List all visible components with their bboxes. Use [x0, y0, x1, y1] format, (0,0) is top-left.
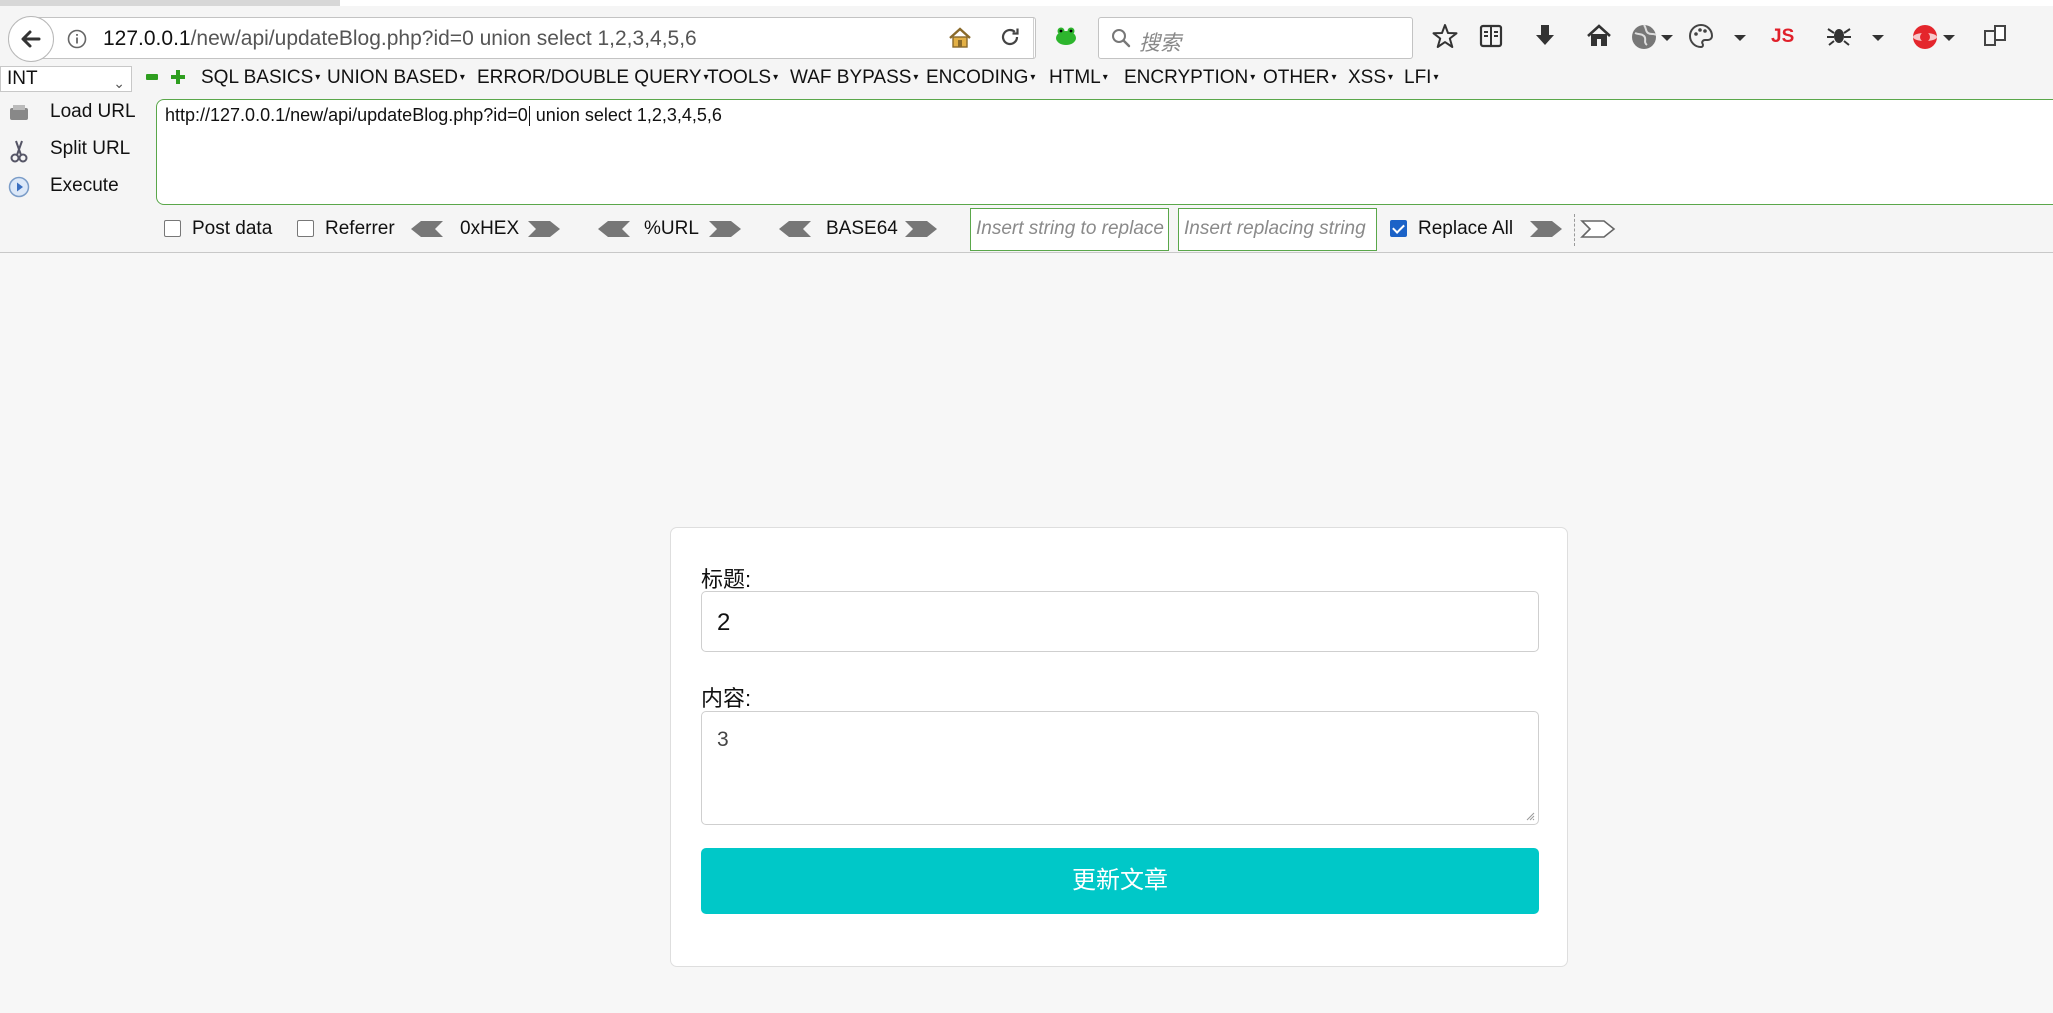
resize-handle-icon[interactable] [1525, 811, 1535, 821]
hackbar-url-textarea[interactable]: http://127.0.0.1/new/api/updateBlog.php?… [156, 99, 2053, 205]
search-placeholder: 搜索 [1139, 32, 1181, 55]
replace-all-label: Replace All [1418, 218, 1514, 239]
replace-with-input[interactable]: Insert replacing string [1178, 208, 1377, 251]
base64-label: BASE64 [826, 218, 898, 239]
address-bar[interactable]: 127.0.0.1/new/api/updateBlog.php?id=0 un… [36, 17, 1036, 59]
address-text[interactable]: 127.0.0.1/new/api/updateBlog.php?id=0 un… [103, 27, 697, 51]
hackbar-actions: Load URL Split URL Execute [0, 98, 150, 198]
hex-decode-arrow-icon[interactable] [409, 219, 445, 239]
split-url-button[interactable]: Split URL [0, 135, 150, 165]
menu-dropdown-icon: ▾ [1388, 72, 1394, 84]
hackbar-url-text: http://127.0.0.1/new/api/updateBlog.php?… [165, 105, 722, 127]
increase-icon[interactable] [171, 70, 185, 84]
bookmark-star-icon[interactable] [1432, 23, 1458, 49]
address-host: 127.0.0.1 [103, 27, 191, 50]
title-label: 标题: [701, 567, 752, 592]
search-icon [1112, 29, 1131, 48]
menu-dropdown-icon: ▾ [1030, 72, 1036, 84]
replace-find-input[interactable]: Insert string to replace [970, 208, 1169, 251]
title-input[interactable]: 2 [701, 591, 1539, 652]
base64-decode-arrow-icon[interactable] [777, 219, 813, 239]
globe-extension-icon[interactable] [1630, 23, 1658, 51]
reading-list-icon[interactable] [1479, 23, 1503, 49]
shield-extension-icon[interactable] [1911, 23, 1939, 51]
frog-extension-icon[interactable] [1053, 25, 1079, 47]
search-bar[interactable]: 搜索 [1098, 17, 1413, 59]
menu-html[interactable]: HTML ▾ [1049, 67, 1108, 89]
load-url-icon [10, 105, 28, 120]
update-article-button[interactable]: 更新文章 [701, 848, 1539, 914]
menu-dropdown-icon: ▾ [315, 72, 321, 84]
url-encode-label: %URL [644, 218, 699, 239]
url-decode-arrow-icon[interactable] [596, 219, 632, 239]
download-icon[interactable] [1533, 23, 1557, 49]
decrease-icon[interactable] [146, 74, 158, 80]
menu-error-double-query[interactable]: ERROR/DOUBLE QUERY ▾ [477, 67, 709, 89]
bug-extension-icon[interactable] [1826, 23, 1852, 47]
home-icon[interactable] [1586, 23, 1612, 49]
menu-encryption[interactable]: ENCRYPTION ▾ [1124, 67, 1255, 89]
scissors-icon [10, 140, 28, 163]
menu-dropdown-icon: ▾ [1250, 72, 1256, 84]
menu-xss[interactable]: XSS ▾ [1348, 67, 1393, 89]
replace-all-checkbox[interactable] [1390, 220, 1407, 237]
palette-icon[interactable] [1688, 23, 1714, 49]
menu-other[interactable]: OTHER ▾ [1263, 67, 1337, 89]
browser-chrome: 127.0.0.1/new/api/updateBlog.php?id=0 un… [0, 0, 2053, 253]
menu-union-based[interactable]: UNION BASED ▾ [327, 67, 465, 89]
menu-dropdown-icon: ▾ [1433, 72, 1439, 84]
menu-waf-bypass[interactable]: WAF BYPASS ▾ [790, 67, 918, 89]
load-url-button[interactable]: Load URL [0, 98, 150, 128]
injection-type-value: INT [7, 68, 38, 89]
post-data-checkbox[interactable] [164, 220, 181, 237]
post-data-label: Post data [192, 218, 273, 239]
hex-encode-arrow-icon[interactable] [526, 219, 562, 239]
execute-button[interactable]: Execute [0, 172, 150, 202]
play-icon [8, 176, 30, 198]
address-divider [1033, 18, 1034, 58]
javascript-toggle-icon[interactable]: JS [1771, 26, 1794, 48]
content-label: 内容: [701, 686, 752, 711]
update-blog-form: 标题: 2 内容: 3 更新文章 [670, 527, 1568, 967]
chevron-down-icon: ⌄ [113, 75, 125, 91]
homepage-icon[interactable] [947, 26, 973, 50]
address-path: /new/api/updateBlog.php?id=0 union selec… [190, 27, 697, 50]
globe-dropdown-icon[interactable] [1661, 35, 1673, 41]
menu-lfi[interactable]: LFI ▾ [1404, 67, 1438, 89]
navigation-toolbar: 127.0.0.1/new/api/updateBlog.php?id=0 un… [0, 6, 2053, 64]
menu-sql-basics[interactable]: SQL BASICS ▾ [201, 67, 320, 89]
replace-next-arrow-icon[interactable] [1580, 219, 1616, 239]
pocket-page-icon[interactable] [1983, 23, 2007, 49]
menu-dropdown-icon: ▾ [1102, 72, 1108, 84]
back-arrow-icon [21, 30, 41, 48]
back-button[interactable] [8, 16, 54, 62]
base64-encode-arrow-icon[interactable] [903, 219, 939, 239]
menu-tools[interactable]: TOOLS ▾ [707, 67, 778, 89]
menu-dropdown-icon: ▾ [913, 72, 919, 84]
content-textarea[interactable]: 3 [701, 711, 1539, 825]
referrer-label: Referrer [325, 218, 395, 239]
info-icon[interactable] [67, 29, 87, 49]
replace-apply-arrow-icon[interactable] [1528, 219, 1564, 239]
injection-type-select[interactable]: INT ⌄ [0, 66, 132, 92]
menu-dropdown-icon: ▾ [773, 72, 779, 84]
hackbar-menubar: INT ⌄ SQL BASICS ▾ UNION BASED ▾ ERROR/DOU… [0, 64, 2053, 94]
text-cursor [528, 106, 530, 127]
palette-dropdown-icon[interactable] [1734, 35, 1746, 41]
options-divider [1574, 214, 1575, 246]
referrer-checkbox[interactable] [297, 220, 314, 237]
reload-icon[interactable] [999, 26, 1021, 48]
hex-label: 0xHEX [460, 218, 520, 239]
content-value: 3 [717, 728, 729, 751]
menu-dropdown-icon: ▾ [459, 72, 465, 84]
shield-dropdown-icon[interactable] [1943, 35, 1955, 41]
bug-dropdown-icon[interactable] [1872, 35, 1884, 41]
url-encode-arrow-icon[interactable] [707, 219, 743, 239]
menu-encoding[interactable]: ENCODING ▾ [926, 67, 1035, 89]
menu-dropdown-icon: ▾ [1331, 72, 1337, 84]
